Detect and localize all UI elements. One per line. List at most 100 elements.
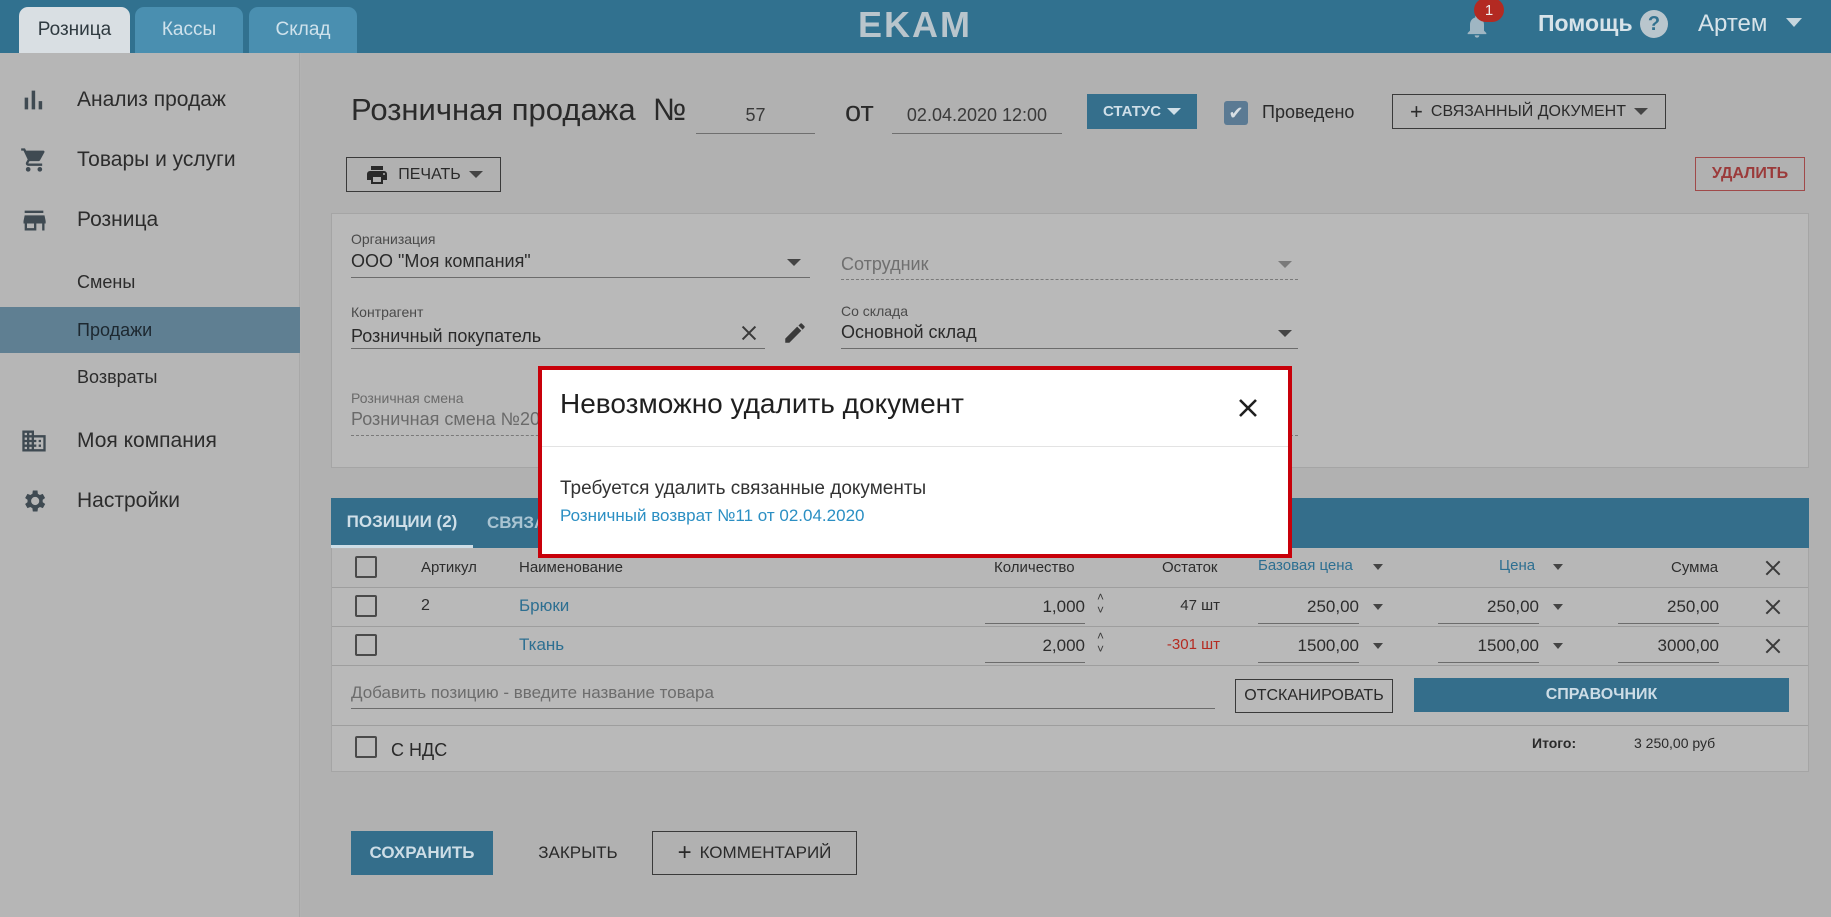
tab-positions[interactable]: ПОЗИЦИИ (2) [331,498,473,548]
quantity-stepper-icon[interactable]: ˄ ˅ [1097,591,1104,617]
tab-retail-label: Розница [37,19,112,40]
sidebar-item-my-company[interactable]: Моя компания [0,411,300,471]
edit-pencil-icon[interactable] [782,320,808,346]
sidebar-subitem-shifts[interactable]: Смены [0,259,300,305]
tab-cashboxes-label: Кассы [161,19,217,40]
delete-row-x-icon[interactable] [1763,636,1783,656]
base-price-chevron-down-icon[interactable] [1373,564,1383,570]
sidebar-item-label: Товары и услуги [77,148,236,171]
shift-field[interactable]: Розничная смена №20 [351,409,540,430]
print-button[interactable]: ПЕЧАТЬ [346,157,501,192]
row-quantity-field[interactable]: 1,000 [985,597,1085,624]
delete-button[interactable]: УДАЛИТЬ [1695,157,1805,191]
document-date-field[interactable]: 02.04.2020 12:00 [892,98,1062,134]
tab-warehouse[interactable]: Склад [249,7,357,53]
column-header-price[interactable]: Цена [1499,557,1535,574]
row-price-field[interactable]: 250,00 [1438,597,1539,624]
column-header-base-price[interactable]: Базовая цена [1258,557,1353,574]
row-checkbox[interactable] [355,595,377,617]
catalog-button[interactable]: СПРАВОЧНИК [1414,678,1789,712]
employee-chevron-down-icon[interactable] [1278,261,1292,268]
dialog-divider [542,446,1288,447]
help-link[interactable]: Помощь [1538,10,1633,37]
price-chevron-down-icon[interactable] [1553,564,1563,570]
delete-all-x-icon[interactable] [1763,558,1783,578]
row-base-price-field[interactable]: 250,00 [1258,597,1359,624]
total-value: 3 250,00 руб [1634,735,1716,751]
sidebar-item-retail[interactable]: Розница [0,190,300,250]
status-button-label: СТАТУС [1102,103,1162,120]
sidebar-item-label: Розница [77,208,159,231]
user-menu-chevron-down-icon[interactable] [1786,18,1802,27]
plus-icon: + [677,839,692,866]
column-header-sum: Сумма [1671,559,1719,576]
base-price-chevron-down-icon[interactable] [1373,604,1383,610]
vat-label: С НДС [391,740,448,760]
organization-select[interactable]: ООО "Моя компания" [351,251,531,272]
base-price-chevron-down-icon[interactable] [1373,643,1383,649]
counterparty-field[interactable]: Розничный покупатель [351,326,541,347]
bar-chart-icon [24,90,43,110]
user-menu[interactable]: Артем [1698,10,1767,38]
dialog-title: Невозможно удалить документ [560,388,964,419]
column-header-name: Наименование [519,559,623,576]
posted-checkbox[interactable]: ✔ [1224,101,1248,125]
price-chevron-down-icon[interactable] [1553,643,1563,649]
sidebar-subitem-returns[interactable]: Возвраты [0,354,300,400]
linked-document-button[interactable]: + СВЯЗАННЫЙ ДОКУМЕНТ [1392,94,1666,129]
gear-icon [25,490,46,512]
sidebar-subitem-label: Продажи [77,319,153,340]
employee-select[interactable]: Сотрудник [841,254,928,275]
sidebar-item-sales-analysis[interactable]: Анализ продаж [0,70,300,130]
price-chevron-down-icon[interactable] [1553,604,1563,610]
tab-retail[interactable]: Розница [19,7,130,53]
add-comment-button[interactable]: + КОММЕНТАРИЙ [652,831,857,875]
row-sum-field[interactable]: 250,00 [1618,597,1719,624]
sidebar-subitem-sales[interactable]: Продажи [0,307,300,353]
tab-cashboxes[interactable]: Кассы [135,7,243,53]
clear-icon[interactable] [738,322,760,344]
document-number-field[interactable]: 57 [696,98,815,134]
add-position-input[interactable]: Добавить позицию - введите название това… [351,683,1215,709]
ekam-logo[interactable]: EKAM [858,4,972,46]
total-label: Итого: [1532,735,1577,751]
page-title-text: Розничная продажа [351,92,636,127]
warehouse-select[interactable]: Основной склад [841,322,977,343]
vat-checkbox[interactable] [355,736,377,758]
organization-chevron-down-icon[interactable] [787,259,801,266]
linked-document-label: СВЯЗАННЫЙ ДОКУМЕНТ [1430,102,1626,120]
save-button[interactable]: СОХРАНИТЬ [351,831,493,875]
row-sum-field[interactable]: 3000,00 [1618,636,1719,663]
sidebar-subitem-label: Возвраты [77,366,158,387]
select-all-checkbox[interactable] [355,556,377,578]
chevron-down-icon [468,171,483,178]
row-product-link[interactable]: Ткань [519,635,564,655]
row-quantity-field[interactable]: 2,000 [985,636,1085,663]
status-button[interactable]: СТАТУС [1087,94,1197,129]
row-stock-negative: -301 шт [1166,636,1220,653]
row-base-price-field[interactable]: 1500,00 [1258,636,1359,663]
sidebar-item-settings[interactable]: Настройки [0,471,300,531]
scan-button[interactable]: ОТСКАНИРОВАТЬ [1235,679,1393,713]
linked-return-document-link[interactable]: Розничный возврат №11 от 02.04.2020 [560,506,864,526]
column-header-stock: Остаток [1162,559,1218,576]
sidebar-item-label: Анализ продаж [77,88,226,111]
help-icon[interactable]: ? [1640,10,1668,38]
row-divider [332,725,1808,726]
employee-underline [841,279,1298,280]
row-product-link[interactable]: Брюки [519,596,569,616]
sidebar-item-goods[interactable]: Товары и услуги [0,130,300,190]
warehouse-label: Со склада [841,303,908,319]
warehouse-chevron-down-icon[interactable] [1278,330,1292,337]
number-sign: № [652,92,687,127]
store-icon [23,210,46,231]
row-checkbox[interactable] [355,634,377,656]
row-price-field[interactable]: 1500,00 [1438,636,1539,663]
close-button[interactable]: ЗАКРЫТЬ [518,831,638,875]
from-label: от [845,96,874,128]
tab-positions-label: ПОЗИЦИИ (2) [346,511,458,531]
close-icon[interactable] [1236,396,1260,420]
quantity-stepper-icon[interactable]: ˄ ˅ [1097,630,1104,656]
check-icon: ✔ [1228,102,1244,123]
delete-row-x-icon[interactable] [1763,597,1783,617]
